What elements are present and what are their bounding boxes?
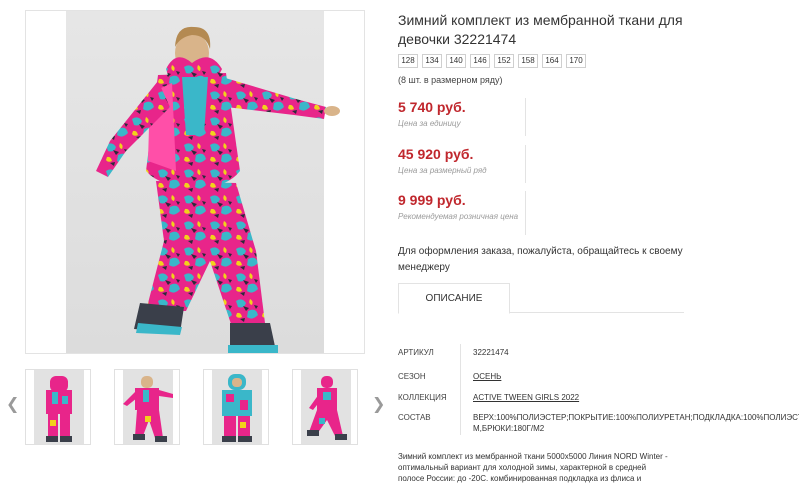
specs-table: АРТИКУЛ 32221474 СЕЗОН ОСЕНЬ КОЛЛЕКЦИЯ A… xyxy=(398,344,800,435)
retail-price-block: 9 999 руб. Рекомендуемая розничная цена xyxy=(398,191,526,235)
girl-in-winter-suit-image xyxy=(96,26,340,353)
spec-key: СЕЗОН xyxy=(398,372,426,381)
size-run-price-label: Цена за размерный ряд xyxy=(398,166,487,175)
spec-key: КОЛЛЕКЦИЯ xyxy=(398,393,447,402)
size-selector: 128 134 140 146 152 158 164 170 xyxy=(398,54,586,68)
size-run-price-block: 45 920 руб. Цена за размерный ряд xyxy=(398,145,526,183)
size-option[interactable]: 170 xyxy=(566,54,586,68)
spec-key: СОСТАВ xyxy=(398,413,431,422)
product-tabs: ОПИСАНИЕ xyxy=(398,283,684,314)
unit-price: 5 740 руб. xyxy=(398,99,466,115)
thumbnail-4[interactable] xyxy=(292,369,358,445)
size-option[interactable]: 134 xyxy=(422,54,442,68)
main-product-photo[interactable] xyxy=(25,10,365,354)
spec-row-article: АРТИКУЛ 32221474 xyxy=(398,344,800,368)
size-option[interactable]: 146 xyxy=(470,54,490,68)
size-option[interactable]: 128 xyxy=(398,54,418,68)
composition-line-2: М,БРЮКИ:180Г/М2 xyxy=(473,424,545,433)
thumbnail-1[interactable] xyxy=(25,369,91,445)
chevron-left-icon[interactable]: ❮ xyxy=(6,397,19,413)
unit-price-block: 5 740 руб. Цена за единицу xyxy=(398,98,526,136)
retail-price-label: Рекомендуемая розничная цена xyxy=(398,212,519,221)
season-link[interactable]: ОСЕНЬ xyxy=(473,372,501,381)
spec-row-collection: КОЛЛЕКЦИЯ ACTIVE TWEEN GIRLS 2022 xyxy=(398,389,800,409)
spec-key: АРТИКУЛ xyxy=(398,348,434,357)
thumbnail-hood-image xyxy=(222,374,252,442)
chevron-right-icon[interactable]: ❯ xyxy=(372,397,385,413)
spec-value: 32221474 xyxy=(473,348,509,357)
thumbnail-front-image xyxy=(46,376,72,442)
composition-line-1: ВЕРХ:100%ПОЛИЭСТЕР;ПОКРЫТИЕ:100%ПОЛИУРЕТ… xyxy=(473,413,799,422)
thumbnail-side-image xyxy=(307,376,347,440)
order-note: Для оформления заказа, пожалуйста, обращ… xyxy=(398,246,683,273)
size-option[interactable]: 152 xyxy=(494,54,514,68)
product-description: Зимний комплект из мембранной ткани 5000… xyxy=(398,452,668,483)
product-title: Зимний комплект из мембранной ткани для … xyxy=(398,12,683,47)
unit-price-label: Цена за единицу xyxy=(398,119,461,128)
size-run-price: 45 920 руб. xyxy=(398,146,474,162)
retail-price: 9 999 руб. xyxy=(398,192,466,208)
size-option[interactable]: 158 xyxy=(518,54,538,68)
thumbnail-3[interactable] xyxy=(203,369,269,445)
size-option[interactable]: 164 xyxy=(542,54,562,68)
size-option[interactable]: 140 xyxy=(446,54,466,68)
thumbnail-2[interactable] xyxy=(114,369,180,445)
spec-row-season: СЕЗОН ОСЕНЬ xyxy=(398,368,800,389)
tab-description[interactable]: ОПИСАНИЕ xyxy=(398,283,510,314)
thumbnail-running-image xyxy=(123,376,173,442)
pack-quantity-note: (8 шт. в размерном ряду) xyxy=(398,75,503,85)
spec-row-composition: СОСТАВ ВЕРХ:100%ПОЛИЭСТЕР;ПОКРЫТИЕ:100%П… xyxy=(398,409,800,435)
collection-link[interactable]: ACTIVE TWEEN GIRLS 2022 xyxy=(473,393,579,402)
